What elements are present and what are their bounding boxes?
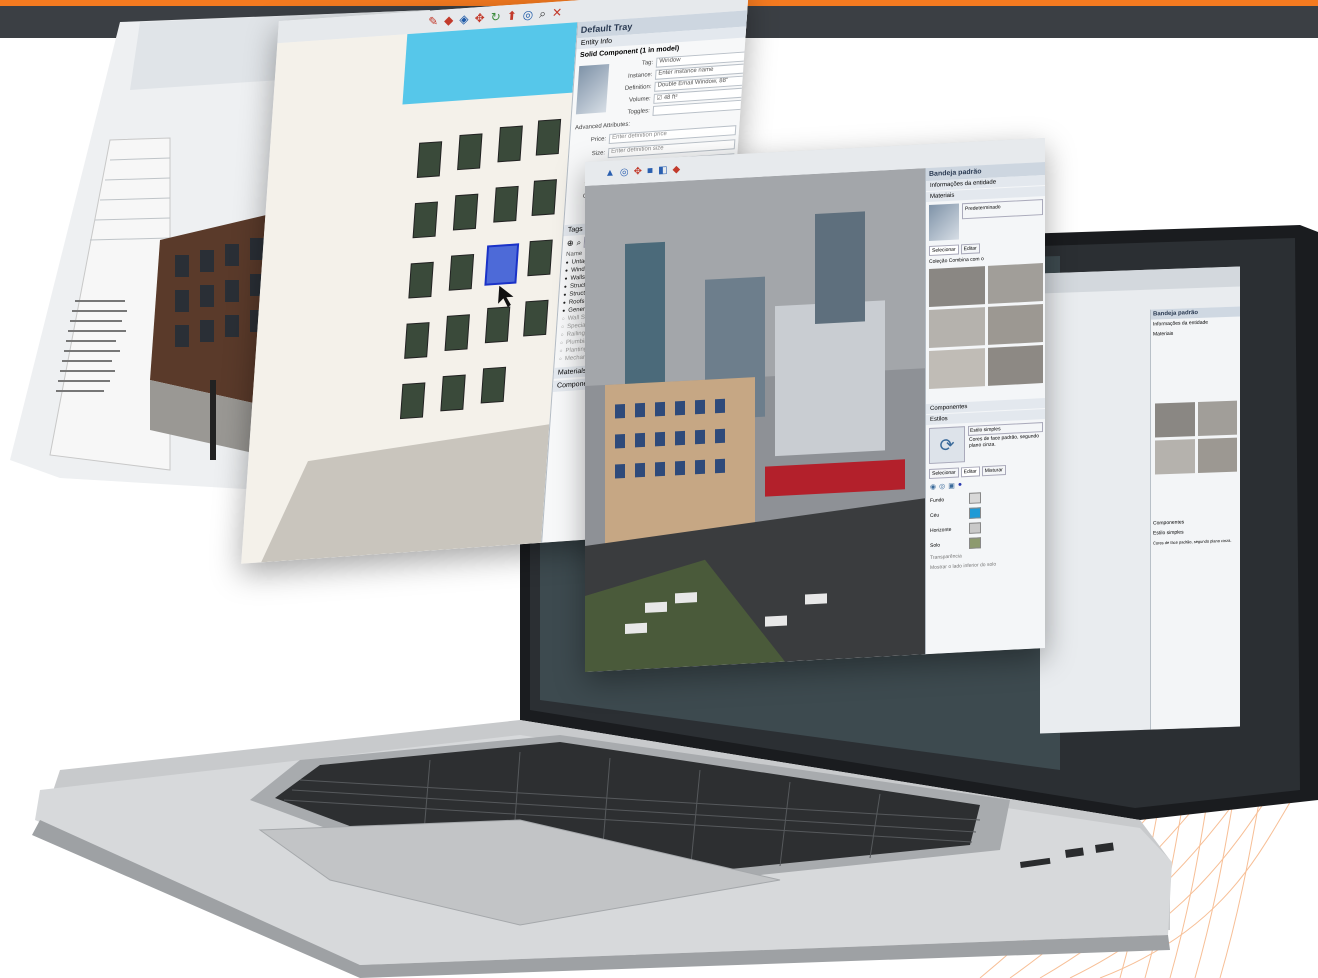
color-swatch[interactable] [969,492,981,504]
box-icon[interactable]: ■ [647,165,653,176]
visibility-eye-icon[interactable]: ● [565,260,568,266]
tab-select[interactable]: Selecionar [929,244,959,257]
background-setting-label: Horizonte [930,526,952,534]
material-preview [929,203,959,242]
visibility-eye-icon[interactable]: ● [563,292,566,298]
tag-name: Roofs [568,298,585,306]
tab-edit[interactable]: Editar [960,243,980,255]
entity-field-label: Instance: [627,71,653,80]
paint-bucket-icon[interactable]: ◈ [459,12,469,27]
move-icon[interactable]: ✥ [474,11,485,26]
swatch[interactable] [929,348,985,390]
swatch[interactable] [929,307,985,349]
orbit-icon[interactable]: ◎ [620,166,629,177]
background-setting-label: Fundo [930,496,945,504]
swatch[interactable] [987,304,1043,345]
entity-fields: Tag: Window Instance: Enter instance name De… [609,50,746,120]
style-tab[interactable]: Misturar [981,465,1006,477]
swatch[interactable] [987,263,1043,304]
close-icon[interactable]: ✕ [552,5,563,20]
visibility-eye-icon[interactable]: ○ [561,324,564,330]
material-name-field[interactable]: Predeterminado [962,199,1043,220]
pencil-icon[interactable]: ✎ [428,14,439,29]
swatch[interactable] [987,345,1043,386]
style-tab[interactable]: Editar [960,466,980,478]
watermark-icon[interactable]: ● [958,481,962,489]
visibility-eye-icon[interactable]: ○ [561,316,564,322]
cursor-icon [498,285,514,308]
orbit-icon[interactable]: ◎ [522,7,533,22]
search-icon: ⌕ [576,237,582,247]
visibility-eye-icon[interactable]: ○ [559,348,562,354]
push-pull-icon[interactable]: ⬆ [506,8,517,23]
entity-field-label: Toggles: [627,108,650,116]
view-icon[interactable]: ◧ [658,164,667,175]
background-style-icon[interactable]: ▣ [948,482,955,490]
visibility-eye-icon[interactable]: ● [563,300,566,306]
component-thumbnail [575,64,610,115]
city-viewport[interactable] [585,168,925,673]
add-tag-icon[interactable]: ⊕ [567,238,574,248]
visibility-eye-icon[interactable]: ○ [560,340,563,346]
sketchup-viewport[interactable] [241,22,578,564]
color-swatch[interactable] [969,537,981,549]
select-icon[interactable]: ▲ [605,167,615,179]
advanced-field-label: Size: [591,150,606,158]
move-icon[interactable]: ✥ [634,166,642,177]
style-description: Cores de face padrão, segundo plano cinz… [969,433,1040,449]
building-facade [261,118,562,563]
background-setting-label: Céu [930,511,940,519]
zoom-icon[interactable]: ⌕ [539,6,547,22]
color-swatch[interactable] [969,522,981,534]
visibility-eye-icon[interactable]: ○ [560,332,563,338]
entity-field-label: Definition: [624,84,652,92]
entity-field-label: Tag: [641,59,654,67]
material-swatch-grid [926,260,1045,392]
visibility-eye-icon[interactable]: ● [565,268,568,274]
visibility-eye-icon[interactable]: ● [562,308,565,314]
face-style-icon[interactable]: ◉ [930,483,936,491]
advanced-field-label: Price: [590,136,607,144]
visibility-eye-icon[interactable]: ○ [559,356,562,362]
edge-style-icon[interactable]: ◎ [939,482,945,490]
style-thumbnail-icon[interactable]: ⟳ [929,426,965,465]
entity-field-label: Volume: [628,96,651,104]
background-setting-label: Solo [930,541,941,549]
swatch[interactable] [929,266,985,308]
visibility-eye-icon[interactable]: ● [564,276,567,282]
background-settings: Fundo Céu Horizonte Solo [926,487,1045,553]
paint-icon[interactable]: ◆ [673,164,681,175]
visibility-eye-icon[interactable]: ● [564,284,567,290]
style-tab[interactable]: Selecionar [929,467,959,480]
rotate-icon[interactable]: ↻ [490,10,501,25]
tag-name: Walls [570,274,586,282]
eraser-icon[interactable]: ◆ [444,13,454,28]
selected-window[interactable] [484,243,520,286]
city-tray: Bandeja padrão Informações da entidade M… [925,161,1045,655]
city-window: ▲ ◎ ✥ ■ ◧ ◆ Bandeja padrão Informações d… [585,137,1045,673]
color-swatch[interactable] [969,507,981,519]
